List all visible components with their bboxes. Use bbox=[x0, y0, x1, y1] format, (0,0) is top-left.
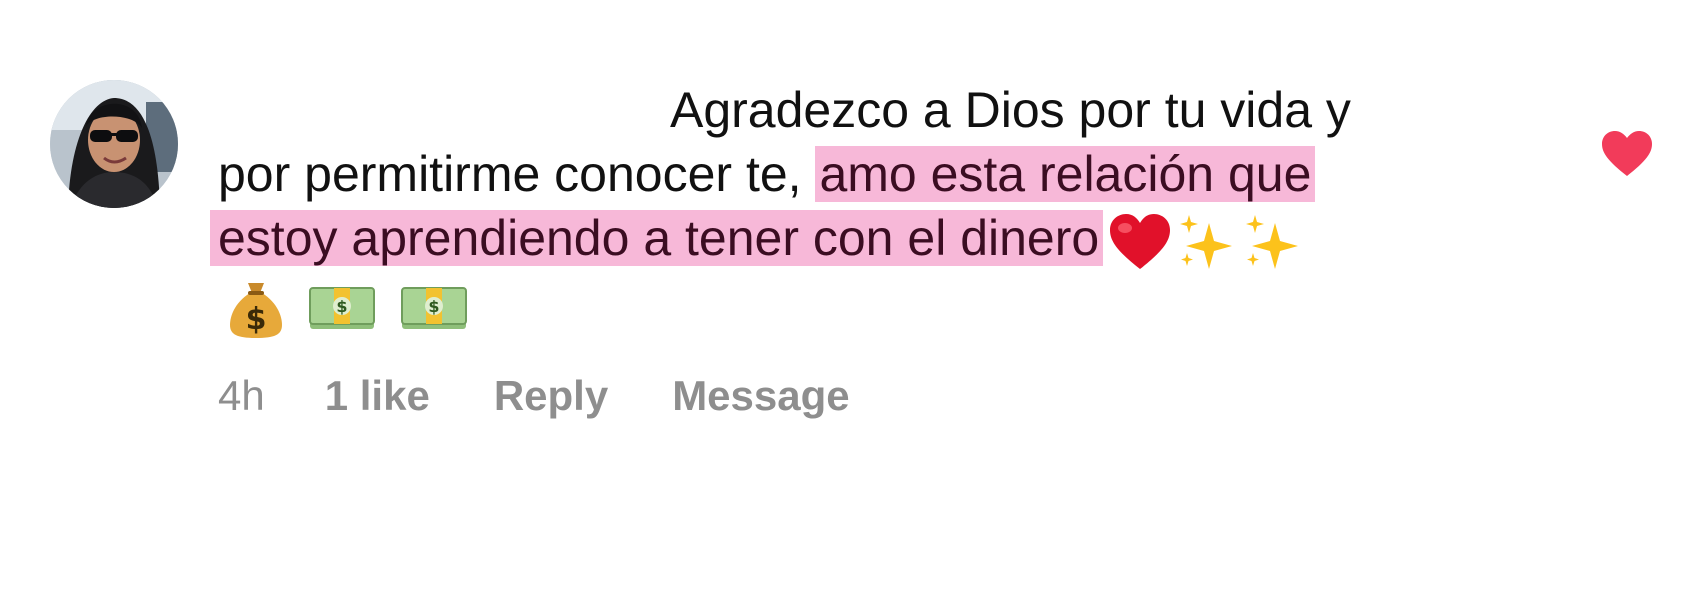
comment-text: Agradezco a Dios por tu vida y por permi… bbox=[210, 78, 1548, 344]
svg-text:$: $ bbox=[246, 302, 267, 337]
comment-text-segment: por permitirme conocer te, bbox=[218, 146, 816, 202]
emoji-row: $ $ $ bbox=[218, 272, 1548, 344]
comment-actions: 4h 1 like Reply Message bbox=[218, 372, 914, 420]
comment-timestamp: 4h bbox=[218, 372, 265, 419]
highlighted-text: estoy aprendiendo a tener con el dinero bbox=[210, 210, 1104, 266]
comment-line-3: estoy aprendiendo a tener con el dinero bbox=[210, 206, 1548, 271]
heart-icon[interactable] bbox=[1600, 130, 1654, 178]
sparkles-icon bbox=[1243, 213, 1303, 271]
comment: Agradezco a Dios por tu vida y por permi… bbox=[0, 0, 1691, 600]
svg-text:$: $ bbox=[336, 297, 347, 316]
sparkles-icon bbox=[1177, 213, 1237, 271]
highlighted-text: amo esta relación que bbox=[815, 146, 1316, 202]
red-heart-icon bbox=[1109, 213, 1171, 271]
comment-line-1: Agradezco a Dios por tu vida y bbox=[218, 78, 1548, 142]
dollar-banknote-icon: $ bbox=[308, 285, 376, 331]
likes-count-link[interactable]: 1 like bbox=[325, 372, 430, 420]
money-bag-icon: $ bbox=[228, 277, 284, 339]
avatar[interactable] bbox=[50, 80, 178, 208]
reply-button[interactable]: Reply bbox=[494, 372, 608, 420]
dollar-banknote-icon: $ bbox=[400, 285, 468, 331]
comment-line-2: por permitirme conocer te, amo esta rela… bbox=[218, 142, 1548, 206]
svg-text:$: $ bbox=[428, 297, 439, 316]
comment-text-segment: Agradezco a Dios por tu vida y bbox=[670, 82, 1351, 138]
avatar-image bbox=[50, 80, 178, 208]
message-button[interactable]: Message bbox=[672, 372, 849, 420]
